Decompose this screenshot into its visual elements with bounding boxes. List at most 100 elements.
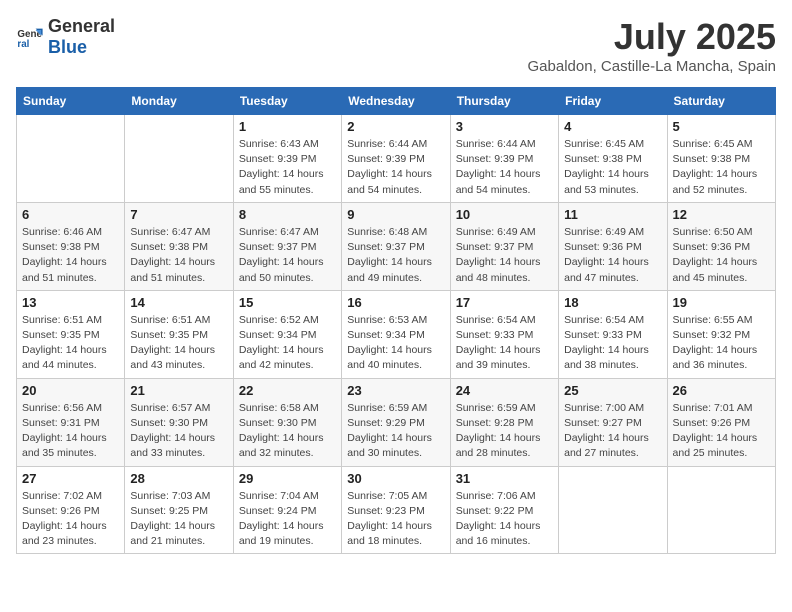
weekday-header-wednesday: Wednesday <box>342 88 450 115</box>
day-number: 29 <box>239 471 336 486</box>
logo-text: General Blue <box>48 16 115 58</box>
weekday-header-friday: Friday <box>559 88 667 115</box>
title-block: July 2025 Gabaldon, Castille-La Mancha, … <box>528 16 776 75</box>
day-detail: Sunrise: 6:52 AMSunset: 9:34 PMDaylight:… <box>239 313 336 374</box>
weekday-header-sunday: Sunday <box>17 88 125 115</box>
day-detail: Sunrise: 6:49 AMSunset: 9:37 PMDaylight:… <box>456 225 553 286</box>
logo-icon: Gene ral <box>16 23 44 51</box>
day-detail: Sunrise: 6:45 AMSunset: 9:38 PMDaylight:… <box>673 137 770 198</box>
calendar-cell: 16 Sunrise: 6:53 AMSunset: 9:34 PMDayligh… <box>342 290 450 378</box>
day-detail: Sunrise: 6:47 AMSunset: 9:38 PMDaylight:… <box>130 225 227 286</box>
day-detail: Sunrise: 7:00 AMSunset: 9:27 PMDaylight:… <box>564 401 661 462</box>
month-title: July 2025 <box>528 16 776 58</box>
calendar-cell <box>667 466 775 554</box>
day-number: 4 <box>564 119 661 134</box>
day-number: 19 <box>673 295 770 310</box>
day-number: 18 <box>564 295 661 310</box>
day-detail: Sunrise: 6:59 AMSunset: 9:28 PMDaylight:… <box>456 401 553 462</box>
calendar-cell: 2 Sunrise: 6:44 AMSunset: 9:39 PMDaylight… <box>342 115 450 203</box>
day-number: 10 <box>456 207 553 222</box>
day-detail: Sunrise: 6:46 AMSunset: 9:38 PMDaylight:… <box>22 225 119 286</box>
day-detail: Sunrise: 6:43 AMSunset: 9:39 PMDaylight:… <box>239 137 336 198</box>
day-detail: Sunrise: 6:58 AMSunset: 9:30 PMDaylight:… <box>239 401 336 462</box>
day-detail: Sunrise: 6:51 AMSunset: 9:35 PMDaylight:… <box>130 313 227 374</box>
calendar-cell: 3 Sunrise: 6:44 AMSunset: 9:39 PMDaylight… <box>450 115 558 203</box>
calendar-cell: 31 Sunrise: 7:06 AMSunset: 9:22 PMDayligh… <box>450 466 558 554</box>
calendar-cell: 24 Sunrise: 6:59 AMSunset: 9:28 PMDayligh… <box>450 378 558 466</box>
day-number: 11 <box>564 207 661 222</box>
weekday-header-thursday: Thursday <box>450 88 558 115</box>
calendar-cell: 13 Sunrise: 6:51 AMSunset: 9:35 PMDayligh… <box>17 290 125 378</box>
location-title: Gabaldon, Castille-La Mancha, Spain <box>528 58 776 75</box>
calendar-week-row: 1Sunrise: 6:43 AMSunset: 9:39 PMDaylight… <box>17 115 776 203</box>
day-number: 31 <box>456 471 553 486</box>
day-number: 6 <box>22 207 119 222</box>
day-number: 26 <box>673 383 770 398</box>
day-number: 8 <box>239 207 336 222</box>
day-detail: Sunrise: 6:49 AMSunset: 9:36 PMDaylight:… <box>564 225 661 286</box>
day-detail: Sunrise: 6:53 AMSunset: 9:34 PMDaylight:… <box>347 313 444 374</box>
calendar-cell: 4 Sunrise: 6:45 AMSunset: 9:38 PMDaylight… <box>559 115 667 203</box>
logo: Gene ral General Blue <box>16 16 115 58</box>
day-detail: Sunrise: 6:51 AMSunset: 9:35 PMDaylight:… <box>22 313 119 374</box>
day-number: 15 <box>239 295 336 310</box>
day-number: 23 <box>347 383 444 398</box>
day-detail: Sunrise: 6:56 AMSunset: 9:31 PMDaylight:… <box>22 401 119 462</box>
day-number: 24 <box>456 383 553 398</box>
logo-general: General <box>48 16 115 36</box>
day-number: 27 <box>22 471 119 486</box>
day-number: 21 <box>130 383 227 398</box>
day-number: 25 <box>564 383 661 398</box>
calendar-week-row: 20 Sunrise: 6:56 AMSunset: 9:31 PMDayligh… <box>17 378 776 466</box>
day-detail: Sunrise: 7:04 AMSunset: 9:24 PMDaylight:… <box>239 489 336 550</box>
calendar-cell <box>559 466 667 554</box>
day-number: 3 <box>456 119 553 134</box>
day-detail: Sunrise: 6:45 AMSunset: 9:38 PMDaylight:… <box>564 137 661 198</box>
calendar-cell: 11 Sunrise: 6:49 AMSunset: 9:36 PMDayligh… <box>559 202 667 290</box>
logo-blue: Blue <box>48 37 87 57</box>
day-number: 2 <box>347 119 444 134</box>
day-detail: Sunrise: 6:44 AMSunset: 9:39 PMDaylight:… <box>456 137 553 198</box>
calendar-cell: 18Sunrise: 6:54 AMSunset: 9:33 PMDayligh… <box>559 290 667 378</box>
day-detail: Sunrise: 7:06 AMSunset: 9:22 PMDaylight:… <box>456 489 553 550</box>
calendar-cell: 26 Sunrise: 7:01 AMSunset: 9:26 PMDayligh… <box>667 378 775 466</box>
day-number: 28 <box>130 471 227 486</box>
svg-text:ral: ral <box>17 39 29 50</box>
calendar-table: SundayMondayTuesdayWednesdayThursdayFrid… <box>16 87 776 554</box>
weekday-header-saturday: Saturday <box>667 88 775 115</box>
day-detail: Sunrise: 6:44 AMSunset: 9:39 PMDaylight:… <box>347 137 444 198</box>
day-detail: Sunrise: 6:54 AMSunset: 9:33 PMDaylight:… <box>456 313 553 374</box>
day-detail: Sunrise: 6:50 AMSunset: 9:36 PMDaylight:… <box>673 225 770 286</box>
day-number: 16 <box>347 295 444 310</box>
calendar-cell: 28 Sunrise: 7:03 AMSunset: 9:25 PMDayligh… <box>125 466 233 554</box>
calendar-cell: 25 Sunrise: 7:00 AMSunset: 9:27 PMDayligh… <box>559 378 667 466</box>
calendar-cell: 12 Sunrise: 6:50 AMSunset: 9:36 PMDayligh… <box>667 202 775 290</box>
calendar-cell: 17 Sunrise: 6:54 AMSunset: 9:33 PMDayligh… <box>450 290 558 378</box>
day-number: 5 <box>673 119 770 134</box>
calendar-cell: 1Sunrise: 6:43 AMSunset: 9:39 PMDaylight… <box>233 115 341 203</box>
calendar-cell: 20 Sunrise: 6:56 AMSunset: 9:31 PMDayligh… <box>17 378 125 466</box>
calendar-week-row: 13 Sunrise: 6:51 AMSunset: 9:35 PMDayligh… <box>17 290 776 378</box>
calendar-week-row: 6 Sunrise: 6:46 AMSunset: 9:38 PMDaylight… <box>17 202 776 290</box>
day-detail: Sunrise: 7:01 AMSunset: 9:26 PMDaylight:… <box>673 401 770 462</box>
day-number: 12 <box>673 207 770 222</box>
calendar-cell: 6 Sunrise: 6:46 AMSunset: 9:38 PMDaylight… <box>17 202 125 290</box>
day-detail: Sunrise: 6:59 AMSunset: 9:29 PMDaylight:… <box>347 401 444 462</box>
day-number: 7 <box>130 207 227 222</box>
day-number: 13 <box>22 295 119 310</box>
weekday-header-monday: Monday <box>125 88 233 115</box>
calendar-cell: 23 Sunrise: 6:59 AMSunset: 9:29 PMDayligh… <box>342 378 450 466</box>
calendar-cell: 30Sunrise: 7:05 AMSunset: 9:23 PMDayligh… <box>342 466 450 554</box>
calendar-cell: 15 Sunrise: 6:52 AMSunset: 9:34 PMDayligh… <box>233 290 341 378</box>
calendar-cell: 22 Sunrise: 6:58 AMSunset: 9:30 PMDayligh… <box>233 378 341 466</box>
calendar-cell: 27Sunrise: 7:02 AMSunset: 9:26 PMDayligh… <box>17 466 125 554</box>
day-number: 20 <box>22 383 119 398</box>
day-number: 22 <box>239 383 336 398</box>
day-detail: Sunrise: 6:47 AMSunset: 9:37 PMDaylight:… <box>239 225 336 286</box>
calendar-cell: 21Sunrise: 6:57 AMSunset: 9:30 PMDayligh… <box>125 378 233 466</box>
day-detail: Sunrise: 7:03 AMSunset: 9:25 PMDaylight:… <box>130 489 227 550</box>
calendar-cell: 19 Sunrise: 6:55 AMSunset: 9:32 PMDayligh… <box>667 290 775 378</box>
day-number: 17 <box>456 295 553 310</box>
day-detail: Sunrise: 6:55 AMSunset: 9:32 PMDaylight:… <box>673 313 770 374</box>
day-number: 30 <box>347 471 444 486</box>
